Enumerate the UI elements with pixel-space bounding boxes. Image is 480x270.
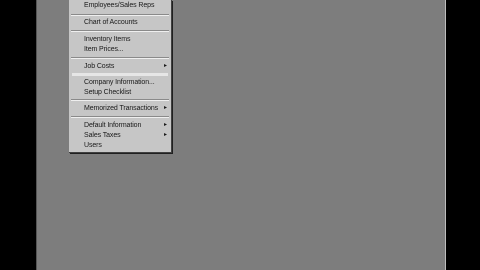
menu-item-label: Company Information...	[84, 79, 155, 86]
submenu-arrow-icon: ▸	[163, 122, 167, 128]
menu-separator	[71, 14, 169, 16]
menu-highlight-line	[72, 73, 168, 76]
menu-item-label: Chart of Accounts	[84, 19, 138, 26]
screen: Employees/Sales Reps Chart of Accounts I…	[0, 0, 480, 270]
menu-item-label: Item Prices...	[84, 46, 124, 53]
menu-item-label: Users	[84, 142, 102, 149]
menu-item-chart-of-accounts[interactable]: Chart of Accounts	[69, 18, 171, 27]
menu-item-sales-taxes[interactable]: Sales Taxes ▸	[69, 131, 171, 140]
menu-item-label: Sales Taxes	[84, 132, 121, 139]
menu-separator	[71, 30, 169, 32]
menu-separator	[71, 99, 169, 101]
menu-separator	[71, 116, 169, 118]
menu-item-employees-sales-reps[interactable]: Employees/Sales Reps	[69, 1, 171, 10]
menu-item-item-prices[interactable]: Item Prices...	[69, 45, 171, 54]
submenu-arrow-icon: ▸	[163, 105, 167, 111]
submenu-arrow-icon: ▸	[163, 63, 167, 69]
menu-item-users[interactable]: Users	[69, 141, 171, 150]
menu-item-label: Employees/Sales Reps	[84, 2, 155, 9]
menu-item-default-information[interactable]: Default Information ▸	[69, 121, 171, 130]
menu-item-memorized-transactions[interactable]: Memorized Transactions ▸	[69, 104, 171, 113]
menu-item-label: Inventory Items	[84, 36, 131, 43]
menu-item-label: Default Information	[84, 122, 142, 129]
menu-item-label: Memorized Transactions	[84, 105, 159, 112]
menu-item-label: Setup Checklist	[84, 89, 132, 96]
menu-item-company-information[interactable]: Company Information...	[69, 78, 171, 87]
menu-item-label: Job Costs	[84, 63, 115, 70]
menu-item-inventory-items[interactable]: Inventory Items	[69, 35, 171, 44]
menu-item-job-costs[interactable]: Job Costs ▸	[69, 62, 171, 71]
menu-separator	[71, 57, 169, 59]
menu-item-setup-checklist[interactable]: Setup Checklist	[69, 88, 171, 97]
maintain-menu-dropdown: Employees/Sales Reps Chart of Accounts I…	[69, 0, 172, 153]
submenu-arrow-icon: ▸	[163, 132, 167, 138]
